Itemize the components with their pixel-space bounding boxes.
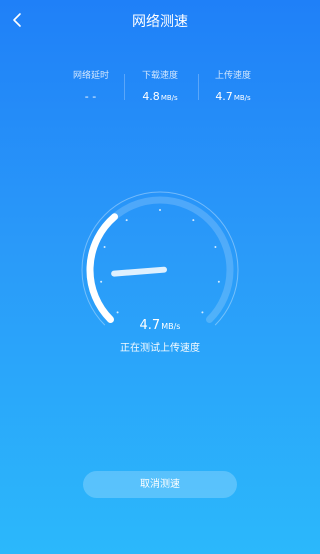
gauge-value: 4.7	[139, 318, 161, 333]
test-status: 正在测试上传速度	[120, 343, 200, 354]
gauge-tick	[103, 246, 106, 249]
gauge-tick	[214, 246, 217, 249]
gauge-unit: MB/s	[161, 322, 181, 331]
gauge-tick	[192, 219, 195, 222]
gauge-progress-arc	[86, 213, 119, 323]
gauge-reading: 4.7MB/s	[0, 318, 320, 333]
gauge-tick	[116, 311, 119, 314]
gauge-tick	[125, 219, 128, 222]
gauge-outer-ring	[81, 191, 239, 326]
speed-gauge	[81, 191, 239, 326]
upload-label: 上传速度	[214, 71, 251, 81]
gauge-needle	[111, 266, 167, 277]
upload-stat: 上传速度 4.7MB/s	[188, 68, 278, 103]
gauge-tick	[201, 311, 204, 314]
gauge-tick	[100, 280, 103, 283]
top-bar: 网络测速	[0, 0, 320, 40]
gauge-tick	[159, 209, 161, 211]
upload-value: 4.7MB/s	[215, 90, 251, 103]
gauge-tick	[217, 280, 220, 283]
cancel-test-button[interactable]: 取消测速	[83, 471, 237, 498]
speed-stats: 网络延时 - - 下载速度 4.8MB/s 上传速度 4.7MB/s	[0, 68, 320, 108]
page-title: 网络测速	[132, 14, 188, 30]
